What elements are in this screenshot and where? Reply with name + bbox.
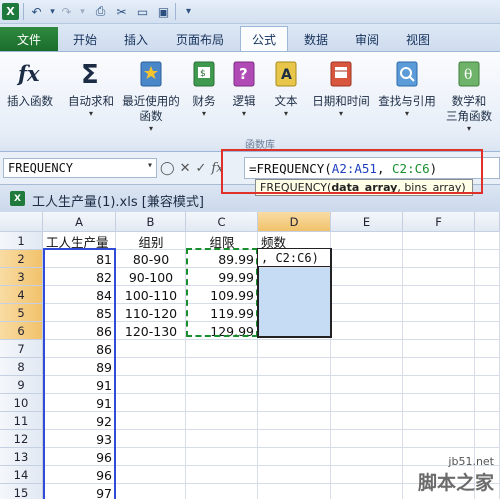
save-icon[interactable]: ▣: [155, 3, 172, 20]
logic-book-icon: ?: [229, 58, 259, 88]
cell-b3[interactable]: 90-100: [116, 268, 186, 286]
undo-icon[interactable]: ↶: [28, 3, 45, 20]
cell-b2[interactable]: 80-90: [116, 250, 186, 268]
autosum-button[interactable]: Σ 自动求和 ▾: [64, 58, 118, 119]
toolbar-separator: [23, 3, 24, 20]
tab-review[interactable]: 审阅: [344, 27, 390, 51]
svg-text:Σ: Σ: [81, 60, 99, 88]
column-header-f[interactable]: F: [403, 212, 475, 232]
recently-used-button[interactable]: 最近使用的 函数 ▾: [118, 58, 184, 134]
row-header-9[interactable]: 9: [0, 376, 43, 394]
bins-range-marquee: [186, 248, 258, 337]
column-header-e[interactable]: E: [331, 212, 403, 232]
name-box-value: FREQUENCY: [8, 161, 74, 175]
workbook-title: 工人生产量(1).xls [兼容模式]: [32, 195, 204, 210]
cell-b6[interactable]: 120-130: [116, 322, 186, 340]
expand-icon[interactable]: ◯: [160, 161, 175, 176]
row-header-15[interactable]: 15: [0, 484, 43, 499]
row-header-7[interactable]: 7: [0, 340, 43, 358]
text-book-icon: A: [271, 58, 301, 88]
tab-file[interactable]: 文件: [0, 27, 58, 51]
star-book-icon: [136, 58, 166, 88]
row-header-11[interactable]: 11: [0, 412, 43, 430]
cell-b1[interactable]: 组别: [116, 232, 186, 250]
name-box[interactable]: FREQUENCY ▾: [3, 158, 157, 178]
tab-insert[interactable]: 插入: [112, 27, 160, 51]
svg-text:$: $: [200, 69, 206, 79]
tab-home[interactable]: 开始: [62, 27, 108, 51]
date-time-button[interactable]: 日期和时间 ▾: [308, 58, 374, 119]
svg-text:?: ?: [239, 65, 248, 83]
date-book-icon: [326, 58, 356, 88]
row-header-2[interactable]: 2: [0, 250, 43, 268]
new-document-icon[interactable]: ▭: [134, 3, 151, 20]
logical-button[interactable]: ? 逻辑 ▾: [228, 58, 260, 119]
excel-app-icon[interactable]: X: [2, 3, 19, 20]
formula-highlight-annotation: [221, 149, 483, 194]
column-header-b[interactable]: B: [116, 212, 186, 232]
row-header-10[interactable]: 10: [0, 394, 43, 412]
fx-icon: fx: [15, 58, 45, 88]
row-header-3[interactable]: 3: [0, 268, 43, 286]
sigma-icon: Σ: [76, 58, 106, 88]
svg-text:θ: θ: [464, 67, 472, 83]
finance-book-icon: $: [189, 58, 219, 88]
quick-access-toolbar: X ↶ ▾ ↷ ▾ ⎙ ✂ ▭ ▣ ▾: [0, 0, 500, 24]
column-header-c[interactable]: C: [186, 212, 258, 232]
svg-text:fx: fx: [16, 61, 40, 86]
row-header-14[interactable]: 14: [0, 466, 43, 484]
cell-b4[interactable]: 100-110: [116, 286, 186, 304]
math-trig-button[interactable]: θ 数学和 三角函数 ▾: [440, 58, 498, 134]
lookup-book-icon: [392, 58, 422, 88]
print-preview-icon[interactable]: ⎙: [92, 3, 109, 20]
row-header-1[interactable]: 1: [0, 232, 43, 250]
column-header-a[interactable]: A: [43, 212, 116, 232]
financial-button[interactable]: $ 财务 ▾: [188, 58, 220, 119]
data-array-range-highlight: [43, 248, 116, 499]
text-button[interactable]: A 文本 ▾: [270, 58, 302, 119]
cell-b5[interactable]: 110-120: [116, 304, 186, 322]
watermark: jb51.net 脚本之家: [417, 455, 494, 494]
select-all-corner[interactable]: [0, 212, 43, 232]
tab-data[interactable]: 数据: [293, 27, 339, 51]
active-cell-editor[interactable]: , C2:C6): [257, 248, 331, 267]
column-header-d[interactable]: D: [258, 212, 331, 232]
redo-dropdown-icon[interactable]: ▾: [74, 3, 91, 20]
tab-formulas[interactable]: 公式: [240, 26, 288, 52]
row-header-6[interactable]: 6: [0, 322, 43, 340]
customize-toolbar-icon[interactable]: ▾: [180, 3, 197, 20]
svg-text:A: A: [281, 67, 292, 83]
tab-page-layout[interactable]: 页面布局: [165, 27, 235, 51]
redo-icon[interactable]: ↷: [58, 3, 75, 20]
toolbar-separator: [175, 3, 176, 20]
tab-view[interactable]: 视图: [395, 27, 441, 51]
cut-icon[interactable]: ✂: [113, 3, 130, 20]
lookup-reference-button[interactable]: 查找与引用 ▾: [376, 58, 438, 119]
row-header-8[interactable]: 8: [0, 358, 43, 376]
enter-icon[interactable]: ✓: [195, 161, 206, 176]
row-header-5[interactable]: 5: [0, 304, 43, 322]
ribbon-tab-bar: 文件 开始 插入 页面布局 公式 数据 审阅 视图: [0, 24, 500, 52]
chevron-down-icon[interactable]: ▾: [147, 160, 153, 171]
row-header-13[interactable]: 13: [0, 448, 43, 466]
excel-workbook-icon: X: [10, 191, 25, 206]
row-header-4[interactable]: 4: [0, 286, 43, 304]
insert-function-button[interactable]: fx 插入函数: [2, 58, 58, 109]
formulas-ribbon: fx 插入函数 Σ 自动求和 ▾ 最近使用的 函数 ▾ $ 财务 ▾ ? 逻辑 …: [0, 51, 500, 152]
column-header-g[interactable]: [475, 212, 500, 232]
gridline-vertical: [402, 232, 403, 499]
math-book-icon: θ: [454, 58, 484, 88]
cancel-icon[interactable]: ✕: [180, 161, 191, 176]
row-header-12[interactable]: 12: [0, 430, 43, 448]
